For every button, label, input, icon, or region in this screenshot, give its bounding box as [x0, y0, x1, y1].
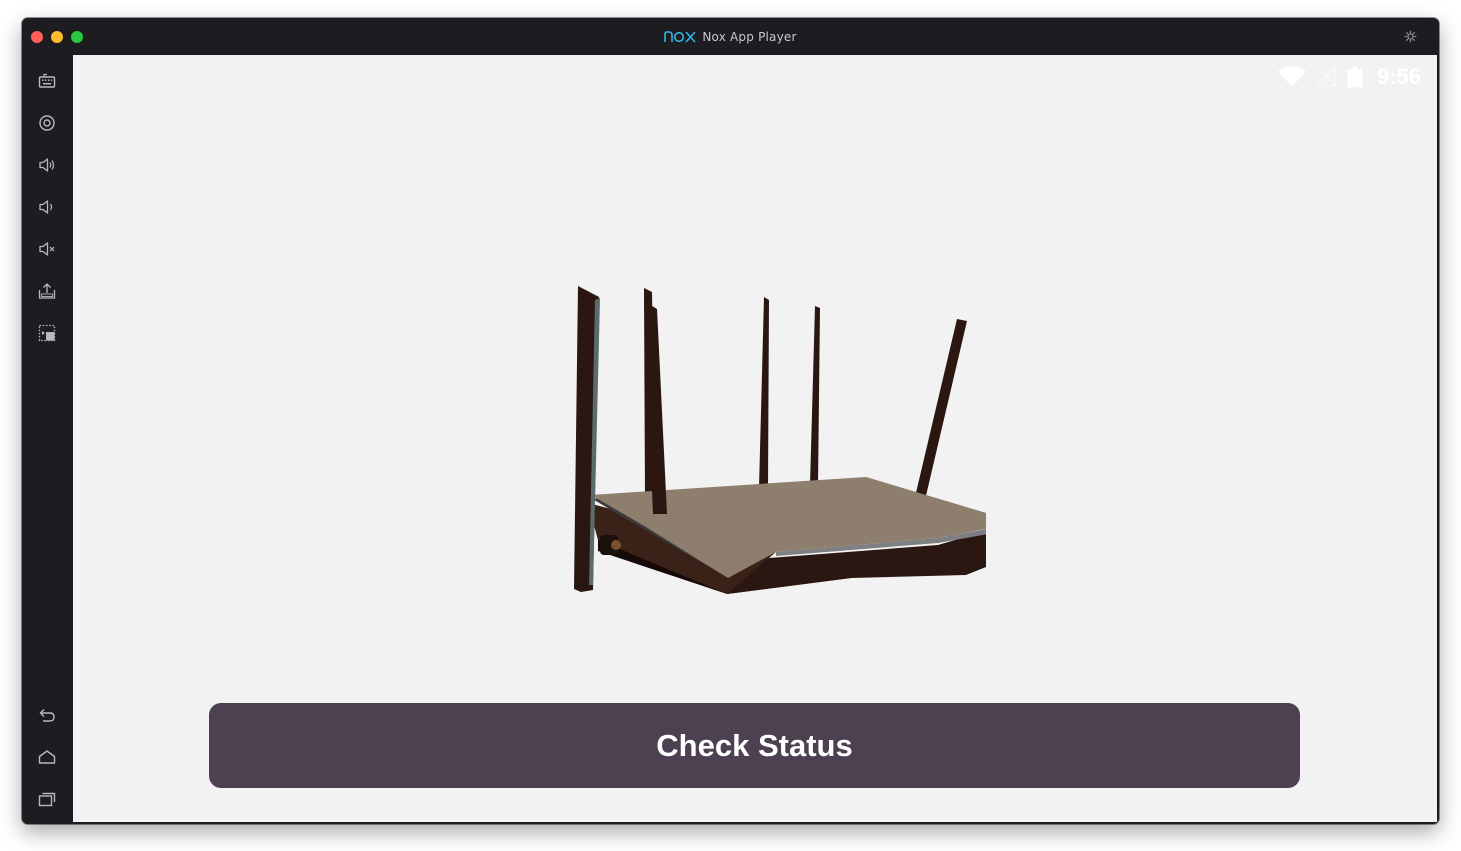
- router-port-light: [611, 540, 621, 550]
- window-title: Nox App Player: [702, 29, 797, 44]
- keyboard-icon[interactable]: [36, 70, 58, 92]
- wifi-icon: [1277, 66, 1306, 87]
- router-antenna: [759, 297, 769, 488]
- apk-install-icon[interactable]: [36, 280, 58, 302]
- emulator-sidebar: [22, 55, 73, 824]
- back-icon[interactable]: [36, 704, 58, 726]
- volume-down-icon[interactable]: [36, 196, 58, 218]
- location-icon[interactable]: [36, 112, 58, 134]
- app-window: Nox App Player 9:56 Check Status: [22, 18, 1439, 824]
- android-screen: 9:56 Check Status: [73, 55, 1437, 822]
- router-antenna: [810, 306, 820, 485]
- wifi-router-illustration: [574, 286, 986, 594]
- gear-icon[interactable]: [1404, 30, 1417, 43]
- title-bar: Nox App Player: [22, 18, 1439, 55]
- no-signal-icon: [1316, 66, 1337, 87]
- multi-instance-icon[interactable]: [36, 322, 58, 344]
- nox-logo-icon: [664, 30, 696, 43]
- recent-apps-icon[interactable]: [36, 788, 58, 810]
- window-title-group: Nox App Player: [22, 18, 1439, 55]
- volume-up-icon[interactable]: [36, 154, 58, 176]
- battery-icon: [1347, 66, 1363, 88]
- mute-icon[interactable]: [36, 238, 58, 260]
- status-clock: 9:56: [1376, 64, 1421, 89]
- android-status-bar: 9:56: [1277, 63, 1421, 91]
- router-antenna: [915, 319, 967, 500]
- home-icon[interactable]: [36, 746, 58, 768]
- check-status-button[interactable]: Check Status: [209, 703, 1300, 788]
